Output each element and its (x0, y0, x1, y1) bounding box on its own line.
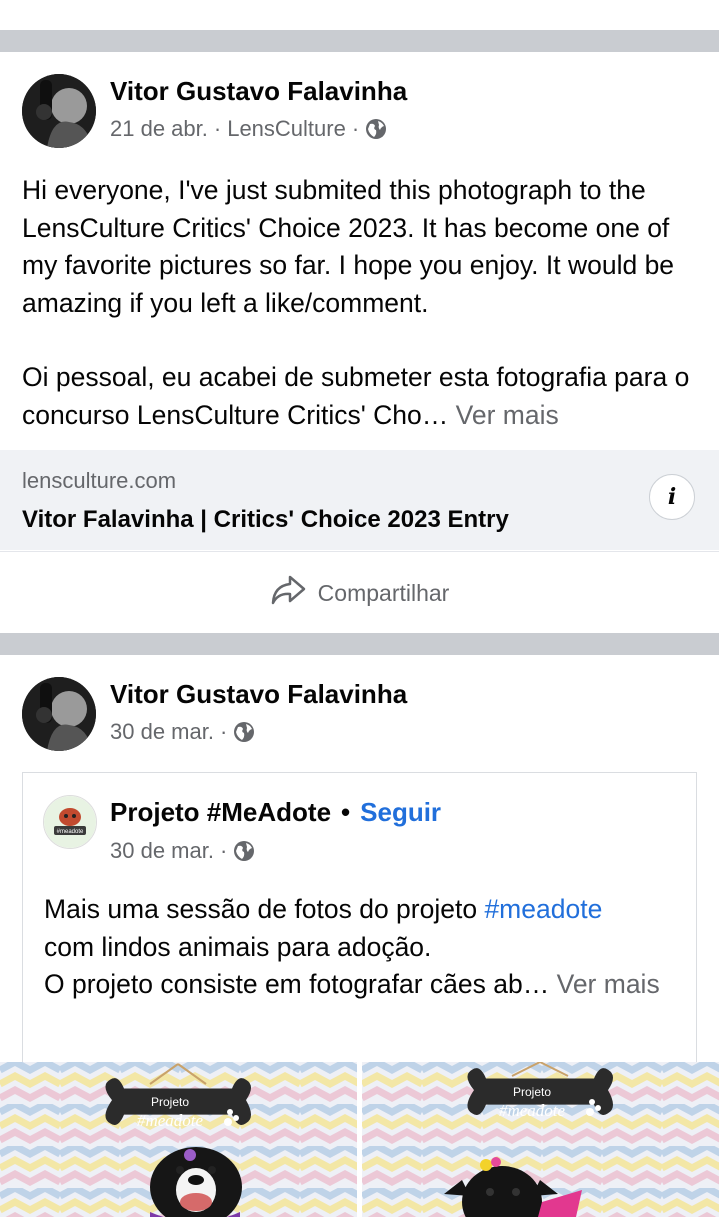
feed-divider (0, 633, 719, 655)
link-preview[interactable]: lensculture.com Vitor Falavinha | Critic… (0, 450, 719, 550)
shared-text-line3: O projeto consiste em fotografar cães ab… (44, 966, 684, 1004)
meta-separator: · (213, 116, 222, 141)
shared-text-line2: com lindos animais para adoção. (44, 931, 432, 962)
author-avatar[interactable] (22, 677, 96, 751)
meta-separator: · (219, 838, 228, 863)
page-header: Projeto #MeAdote • Seguir (110, 797, 441, 828)
shared-post-text: Mais uma sessão de fotos do projeto #mea… (44, 891, 684, 1004)
globe-icon (233, 840, 255, 862)
meta-separator: · (351, 116, 360, 141)
page-avatar-text: #meadote (57, 829, 84, 835)
link-domain: lensculture.com (22, 468, 177, 493)
meta-separator: · (219, 719, 228, 744)
info-icon[interactable]: i (649, 474, 695, 520)
see-more-link[interactable]: Ver mais (456, 400, 559, 430)
hashtag-link[interactable]: #meadote (484, 894, 602, 924)
post-card: Vitor Gustavo Falavinha 21 de abr. · Len… (0, 52, 719, 632)
author-name[interactable]: Vitor Gustavo Falavinha (110, 679, 407, 710)
post-date[interactable]: 21 de abr. (110, 116, 208, 142)
post-text-portuguese-body: Oi pessoal, eu acabei de submeter esta f… (22, 362, 690, 430)
shared-text-prefix: Mais uma sessão de fotos do projeto (44, 894, 485, 924)
dog-photo[interactable]: Projeto #meadote (0, 1062, 357, 1217)
photo-grid: Projeto #meadote Projeto #meadote (0, 1062, 719, 1217)
shared-post-date[interactable]: 30 de mar. (110, 838, 214, 864)
follow-button[interactable]: Seguir (360, 797, 441, 827)
share-arrow-icon (270, 574, 306, 612)
feed-divider (0, 30, 719, 52)
see-more-link[interactable]: Ver mais (557, 969, 660, 999)
sign-hashtag: #meadote (499, 1101, 566, 1120)
globe-icon (233, 721, 255, 743)
post-date[interactable]: 30 de mar. (110, 719, 214, 745)
post-text-portuguese: Oi pessoal, eu acabei de submeter esta f… (22, 359, 702, 434)
dog-photo[interactable]: Projeto #meadote (362, 1062, 719, 1217)
shared-post-card[interactable]: #meadote Projeto #MeAdote • Seguir 30 de m… (22, 772, 697, 1062)
sign-text: Projeto (151, 1095, 189, 1109)
sign-hashtag: #meadote (137, 1111, 204, 1130)
author-name[interactable]: Vitor Gustavo Falavinha (110, 76, 407, 107)
share-button[interactable]: Compartilhar (0, 551, 719, 634)
page-name[interactable]: Projeto #MeAdote (110, 797, 331, 827)
shared-text-body: O projeto consiste em fotografar cães ab… (44, 969, 550, 999)
follow-separator: • (341, 797, 351, 827)
shared-post-meta: 30 de mar. · (110, 838, 255, 864)
post-text-english: Hi everyone, I've just submited this pho… (22, 175, 675, 318)
author-avatar[interactable] (22, 74, 96, 148)
globe-icon (365, 118, 387, 140)
shared-text-line1: Mais uma sessão de fotos do projeto #mea… (44, 891, 684, 929)
post-meta: 21 de abr. · LensCulture · (110, 116, 387, 142)
link-title[interactable]: Vitor Falavinha | Critics' Choice 2023 E… (22, 506, 509, 534)
post-meta: 30 de mar. · (110, 719, 255, 745)
page-avatar[interactable]: #meadote (43, 795, 97, 849)
post-source[interactable]: LensCulture (227, 116, 346, 142)
sign-text: Projeto (513, 1085, 551, 1099)
share-label: Compartilhar (317, 579, 450, 606)
post-text: Hi everyone, I've just submited this pho… (22, 172, 702, 434)
